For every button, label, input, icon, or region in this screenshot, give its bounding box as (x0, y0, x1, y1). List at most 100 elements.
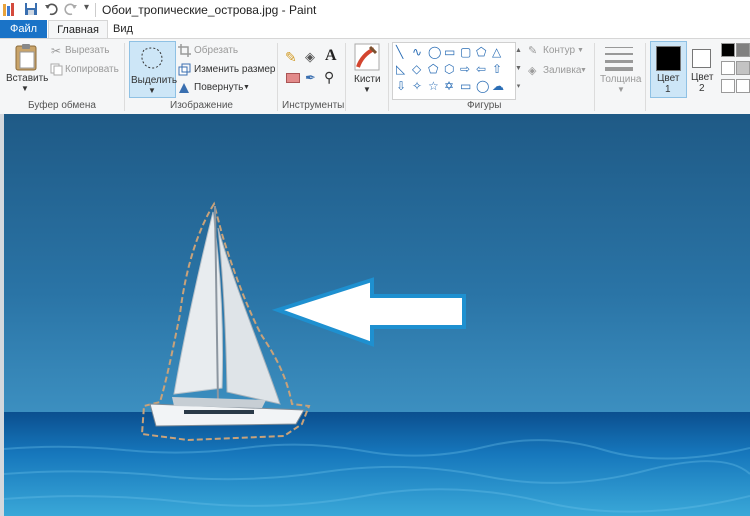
outline-button[interactable]: Контур (543, 45, 575, 56)
brushes-icon[interactable] (354, 43, 380, 71)
four-point-star-shape-icon[interactable]: ✧ (412, 80, 422, 92)
free-select-icon (141, 47, 163, 69)
resize-button[interactable]: Изменить размер (194, 64, 275, 75)
rotate-button[interactable]: Повернуть (194, 82, 243, 93)
brushes-label[interactable]: Кисти (354, 74, 381, 85)
paste-dropdown-icon[interactable]: ▼ (21, 84, 29, 93)
crop-icon[interactable] (178, 44, 191, 57)
outline-dropdown-icon[interactable]: ▼ (577, 47, 584, 54)
separator-2 (277, 43, 278, 111)
copy-icon[interactable] (50, 63, 63, 76)
size-icon[interactable] (604, 45, 634, 71)
up-arrow-shape-icon[interactable]: ⇧ (492, 63, 502, 75)
fill-icon[interactable]: ◈ (528, 64, 536, 77)
select-dropdown-icon[interactable]: ▼ (148, 86, 156, 95)
oval-callout-shape-icon[interactable]: ◯ (476, 80, 489, 92)
line-shape-icon[interactable]: ╲ (396, 46, 403, 58)
palette-swatch-black[interactable] (721, 43, 735, 57)
separator-3 (345, 43, 346, 111)
eraser-icon[interactable] (286, 73, 300, 83)
separator-6 (645, 43, 646, 111)
clipboard-group-label: Буфер обмена (28, 100, 96, 111)
paint-app-icon (3, 3, 14, 16)
image-group-label: Изображение (170, 100, 233, 111)
text-icon[interactable]: A (325, 47, 337, 65)
color2-button[interactable]: Цвет 2 (688, 41, 716, 96)
fill-dropdown-icon[interactable]: ▼ (580, 67, 587, 74)
save-icon[interactable] (24, 2, 38, 16)
fill-button[interactable]: Заливка (543, 65, 582, 76)
color2-label: Цвет (691, 72, 714, 83)
select-button[interactable]: Выделить ▼ (129, 41, 178, 98)
hexagon-shape-icon[interactable]: ⬡ (444, 63, 454, 75)
rotate-dropdown-icon[interactable]: ▼ (243, 84, 250, 91)
polygon-shape-icon[interactable]: ⬠ (476, 46, 486, 58)
sea (4, 412, 750, 516)
color2-number: 2 (699, 83, 705, 94)
rounded-callout-shape-icon[interactable]: ▭ (460, 80, 471, 92)
palette-swatch-light-gray[interactable] (736, 61, 750, 75)
ribbon: Вставить ▼ ✂ Вырезать Копировать Буфер о… (0, 38, 750, 115)
palette-swatch-white[interactable] (721, 61, 735, 75)
palette-swatch-empty-2[interactable] (736, 79, 750, 93)
redo-icon[interactable] (64, 2, 78, 16)
title-separator (95, 3, 96, 17)
cut-button[interactable]: Вырезать (65, 45, 109, 56)
tab-view[interactable]: Вид (108, 20, 138, 38)
size-dropdown-icon[interactable]: ▼ (617, 85, 625, 94)
customize-quick-access-icon[interactable]: ▾ (84, 2, 89, 13)
rectangle-shape-icon[interactable]: ▭ (444, 46, 455, 58)
curve-shape-icon[interactable]: ∿ (412, 46, 422, 58)
title-bar: ▾ Обои_тропические_острова.jpg - Paint (0, 0, 750, 20)
window-title: Обои_тропические_острова.jpg - Paint (102, 3, 317, 17)
pentagon-shape-icon[interactable]: ⬠ (428, 63, 438, 75)
cloud-callout-shape-icon[interactable]: ☁ (492, 80, 504, 92)
diamond-shape-icon[interactable]: ◇ (412, 63, 421, 75)
crop-button[interactable]: Обрезать (194, 45, 238, 56)
color-picker-icon[interactable]: ✒ (305, 70, 316, 86)
rotate-icon[interactable] (178, 81, 191, 94)
color1-swatch (656, 46, 681, 71)
outline-icon[interactable]: ✎ (528, 44, 537, 57)
palette-swatch-empty-1[interactable] (721, 79, 735, 93)
palette-swatch-gray[interactable] (736, 43, 750, 57)
color1-button[interactable]: Цвет 1 (650, 41, 687, 98)
select-label: Выделить (131, 75, 178, 86)
shapes-scrollbar[interactable]: ▲ ▼ ▾ (514, 42, 523, 98)
magnifier-icon[interactable]: ⚲ (324, 69, 334, 86)
tab-file[interactable]: Файл (0, 20, 47, 38)
separator-1 (124, 43, 125, 111)
left-arrow-shape-icon[interactable]: ⇦ (476, 63, 486, 75)
color2-swatch (692, 49, 711, 68)
brushes-dropdown-icon[interactable]: ▼ (363, 85, 371, 94)
rounded-rectangle-shape-icon[interactable]: ▢ (460, 46, 471, 58)
pencil-icon[interactable]: ✎ (285, 49, 297, 66)
right-triangle-shape-icon[interactable]: ◺ (396, 63, 405, 75)
down-arrow-shape-icon[interactable]: ⇩ (396, 80, 406, 92)
cut-icon[interactable]: ✂ (51, 44, 61, 58)
tools-group-label: Инструменты (282, 100, 345, 111)
paste-icon[interactable] (14, 43, 38, 71)
tab-home[interactable]: Главная (48, 20, 108, 39)
oval-shape-icon[interactable]: ◯ (428, 46, 441, 58)
ribbon-tabs: Файл Главная Вид (0, 20, 750, 39)
right-arrow-shape-icon[interactable]: ⇨ (460, 63, 470, 75)
five-point-star-shape-icon[interactable]: ☆ (428, 80, 439, 92)
six-point-star-shape-icon[interactable]: ✡ (444, 80, 454, 92)
fill-bucket-icon[interactable]: ◈ (305, 49, 315, 65)
sky (4, 114, 750, 412)
color1-label: Цвет (657, 73, 680, 84)
separator-4 (388, 43, 389, 111)
color1-number: 1 (665, 84, 671, 95)
canvas-area[interactable] (0, 114, 750, 516)
paste-label[interactable]: Вставить (6, 73, 48, 84)
shapes-group-label: Фигуры (467, 100, 502, 111)
triangle-shape-icon[interactable]: △ (492, 46, 501, 58)
separator-5 (594, 43, 595, 111)
image-canvas[interactable] (4, 114, 750, 516)
resize-icon[interactable] (178, 63, 191, 76)
size-label[interactable]: Толщина (600, 74, 641, 85)
copy-button[interactable]: Копировать (65, 64, 119, 75)
shapes-gallery[interactable]: ╲ ∿ ◯ ▭ ▢ ⬠ △ ◺ ◇ ⬠ ⬡ ⇨ ⇦ ⇧ ⇩ ✧ ☆ ✡ ▭ ◯ … (392, 42, 516, 100)
undo-icon[interactable] (44, 2, 58, 16)
